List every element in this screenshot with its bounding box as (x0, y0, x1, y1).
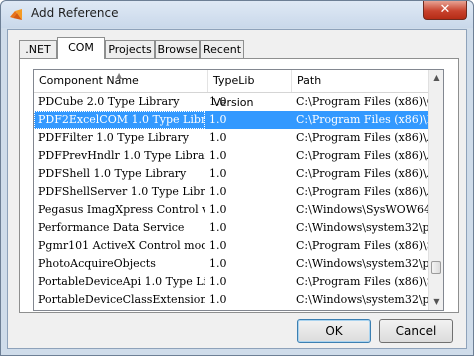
component-name-cell: PDFFilter 1.0 Type Library (38, 131, 189, 144)
path-cell: C:\Program Files (x86)\A (296, 167, 428, 180)
path-cell: C:\Windows\system32\p... (296, 257, 428, 270)
typelib-version-cell: 1.0 (209, 113, 227, 126)
list-header: ▲ Component Name TypeLib Version Path (34, 70, 428, 109)
component-name-cell: PortableDeviceClassExtension 1.0 (38, 293, 205, 306)
component-name-cell: PhotoAcquireObjects (38, 257, 156, 270)
path-cell: C:\Program Files (x86)\In... (296, 113, 428, 126)
path-cell: C:\Windows\system32\p... (296, 221, 428, 234)
tab-projects[interactable]: Projects (105, 40, 155, 58)
typelib-version-cell: 1.0 (209, 185, 227, 198)
component-list[interactable]: ▲ Component Name TypeLib Version Path PD… (33, 69, 444, 311)
table-row[interactable]: Pegasus ImagXpress Control v7.0 1.0 C:\Win… (34, 201, 428, 219)
cancel-button[interactable]: Cancel (379, 319, 453, 343)
table-row[interactable]: PDFShellServer 1.0 Type Library 1.0 C:\Pro… (34, 183, 428, 201)
table-row[interactable]: PhotoAcquireObjects 1.0 C:\Windows\system3… (34, 255, 428, 273)
typelib-version-cell: 1.0 (209, 239, 227, 252)
path-cell: C:\Program Files (x86)\A (296, 185, 428, 198)
tab-browse[interactable]: Browse (155, 40, 200, 58)
path-cell: C:\Program Files (x86)\St (296, 239, 428, 252)
close-button[interactable]: ✕ (423, 1, 467, 20)
typelib-version-cell: 1.0 (209, 95, 227, 108)
scrollbar-thumb[interactable] (431, 261, 441, 274)
tab-recent[interactable]: Recent (200, 40, 244, 58)
table-row[interactable]: PDCube 2.0 Type Library 1.0 C:\Program Fil… (34, 93, 428, 111)
typelib-version-cell: 1.0 (209, 221, 227, 234)
table-row[interactable]: PortableDeviceClassExtension 1.0 1.0 C:\Wi… (34, 291, 428, 309)
scroll-up-arrow-icon[interactable]: ▲ (429, 70, 443, 86)
table-row[interactable]: PDFPrevHndlr 1.0 Type Library 1.0 C:\Progr… (34, 147, 428, 165)
typelib-version-cell: 1.0 (209, 293, 227, 306)
component-name-cell: PDF2ExcelCOM 1.0 Type Library (34, 111, 205, 129)
path-cell: C:\Program Files (x86)\A (296, 149, 428, 162)
window-title: Add Reference (31, 6, 119, 20)
ok-button[interactable]: OK (297, 319, 371, 343)
add-reference-dialog: Add Reference ✕ .NET COM Projects Browse… (0, 0, 474, 356)
typelib-version-cell: 1.0 (209, 131, 227, 144)
tab-panel-com: ▲ Component Name TypeLib Version Path PD… (19, 58, 459, 313)
column-header-typelib-version[interactable]: TypeLib Version (208, 70, 292, 109)
column-header-path[interactable]: Path (292, 70, 428, 92)
component-name-cell: Pgmr101 ActiveX Control module (38, 239, 205, 252)
component-name-cell: PDFShell 1.0 Type Library (38, 167, 187, 180)
component-name-cell: PortableDeviceApi 1.0 Type Library (38, 275, 205, 288)
vertical-scrollbar[interactable]: ▲ ▼ (428, 70, 443, 310)
tab-net[interactable]: .NET (19, 40, 57, 58)
scroll-down-arrow-icon[interactable]: ▼ (429, 294, 443, 310)
path-cell: C:\Program Files (x86)\C (296, 95, 428, 108)
path-cell: C:\Windows\system32\p (296, 293, 428, 306)
typelib-version-cell: 1.0 (209, 149, 227, 162)
path-cell: C:\Program Files (x86)\A (296, 131, 428, 144)
component-name-cell: Performance Data Service (38, 221, 185, 234)
title-bar[interactable]: Add Reference ✕ (1, 1, 473, 28)
component-name-cell: PDCube 2.0 Type Library (38, 95, 180, 108)
component-name-cell: Pegasus ImagXpress Control v7.0 (38, 203, 205, 216)
typelib-version-cell: 1.0 (209, 203, 227, 216)
column-header-component-name[interactable]: ▲ Component Name (34, 70, 208, 92)
table-row[interactable]: PortableDeviceApi 1.0 Type Library 1.0 C:\… (34, 273, 428, 291)
component-name-cell: PDFShellServer 1.0 Type Library (38, 185, 205, 198)
path-cell: C:\Program Files (x86)\S (296, 275, 428, 288)
table-row[interactable]: PDFShell 1.0 Type Library 1.0 C:\Program F… (34, 165, 428, 183)
visual-studio-icon (9, 7, 24, 22)
table-row[interactable]: Performance Data Service 1.0 C:\Windows\sy… (34, 219, 428, 237)
table-row[interactable]: PDFFilter 1.0 Type Library 1.0 C:\Program … (34, 129, 428, 147)
list-rows: PDCube 2.0 Type Library 1.0 C:\Program Fil… (34, 93, 428, 309)
dialog-client-area: .NET COM Projects Browse Recent ▲ Compon… (7, 29, 467, 349)
typelib-version-cell: 1.0 (209, 167, 227, 180)
table-row[interactable]: PDF2ExcelCOM 1.0 Type Library 1.0 C:\Progr… (34, 111, 428, 129)
sort-ascending-icon: ▲ (116, 71, 123, 80)
close-icon: ✕ (439, 2, 451, 17)
typelib-version-cell: 1.0 (209, 275, 227, 288)
table-row[interactable]: Pgmr101 ActiveX Control module 1.0 C:\Prog… (34, 237, 428, 255)
component-name-cell: PDFPrevHndlr 1.0 Type Library (38, 149, 205, 162)
tab-com[interactable]: COM (57, 37, 105, 59)
typelib-version-cell: 1.0 (209, 257, 227, 270)
path-cell: C:\Windows\SysWOW64\ (296, 203, 428, 216)
